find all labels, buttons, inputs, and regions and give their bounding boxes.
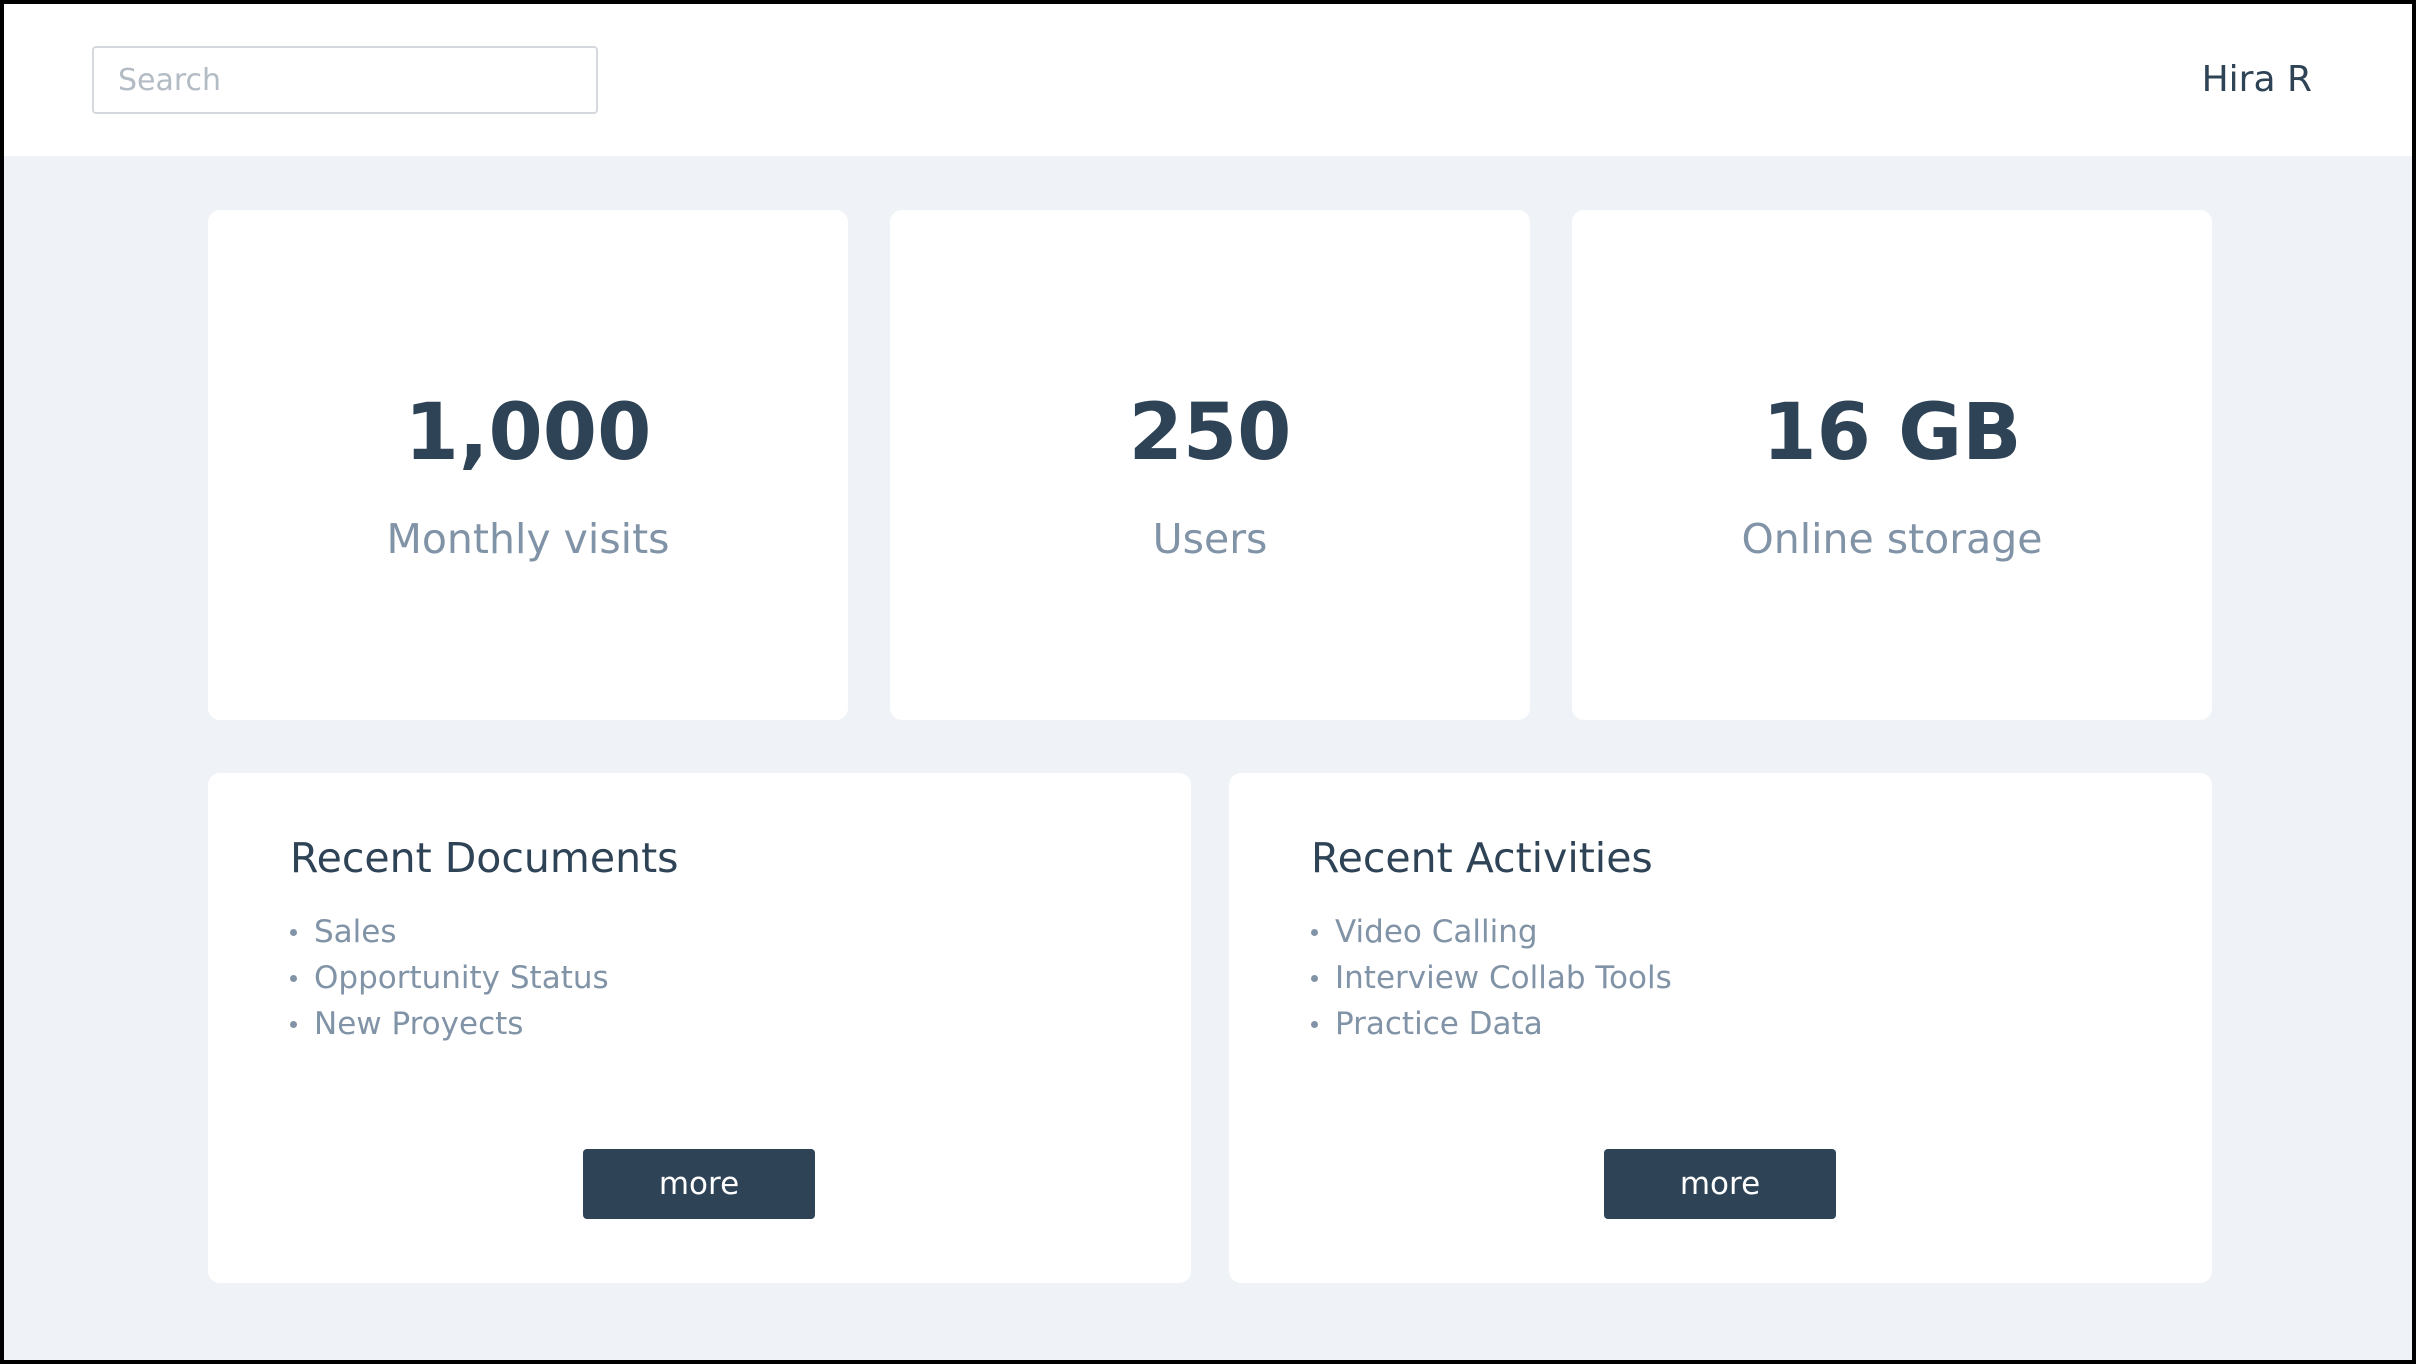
recent-activities-title: Recent Activities xyxy=(1311,834,1653,882)
user-name[interactable]: Hira R xyxy=(2202,58,2312,102)
stat-card-users: 250 Users xyxy=(890,210,1530,720)
dashboard: Hira R 1,000 Monthly visits 250 Users 16… xyxy=(4,4,2412,1360)
recent-activities-list: Video Calling Interview Collab Tools Pra… xyxy=(1311,909,1672,1047)
list-item[interactable]: Practice Data xyxy=(1311,1001,1672,1047)
stat-value: 250 xyxy=(1128,388,1292,478)
recent-documents-card: Recent Documents Sales Opportunity Statu… xyxy=(208,773,1191,1283)
stat-card-monthly-visits: 1,000 Monthly visits xyxy=(208,210,848,720)
recent-activities-more-button[interactable]: more xyxy=(1604,1149,1836,1219)
stat-label: Online storage xyxy=(1741,515,2043,563)
recent-documents-title: Recent Documents xyxy=(290,834,679,882)
stat-card-online-storage: 16 GB Online storage xyxy=(1572,210,2212,720)
stat-label: Users xyxy=(1152,515,1268,563)
header-bar: Hira R xyxy=(4,4,2412,156)
stat-value: 1,000 xyxy=(404,388,652,478)
list-item[interactable]: New Proyects xyxy=(290,1001,609,1047)
recent-activities-card: Recent Activities Video Calling Intervie… xyxy=(1229,773,2212,1283)
recent-documents-list: Sales Opportunity Status New Proyects xyxy=(290,909,609,1047)
recent-documents-more-button[interactable]: more xyxy=(583,1149,815,1219)
stat-value: 16 GB xyxy=(1762,388,2022,478)
list-item[interactable]: Interview Collab Tools xyxy=(1311,955,1672,1001)
list-item[interactable]: Opportunity Status xyxy=(290,955,609,1001)
search-input[interactable] xyxy=(92,46,598,114)
list-item[interactable]: Video Calling xyxy=(1311,909,1672,955)
stat-label: Monthly visits xyxy=(386,515,670,563)
list-item[interactable]: Sales xyxy=(290,909,609,955)
